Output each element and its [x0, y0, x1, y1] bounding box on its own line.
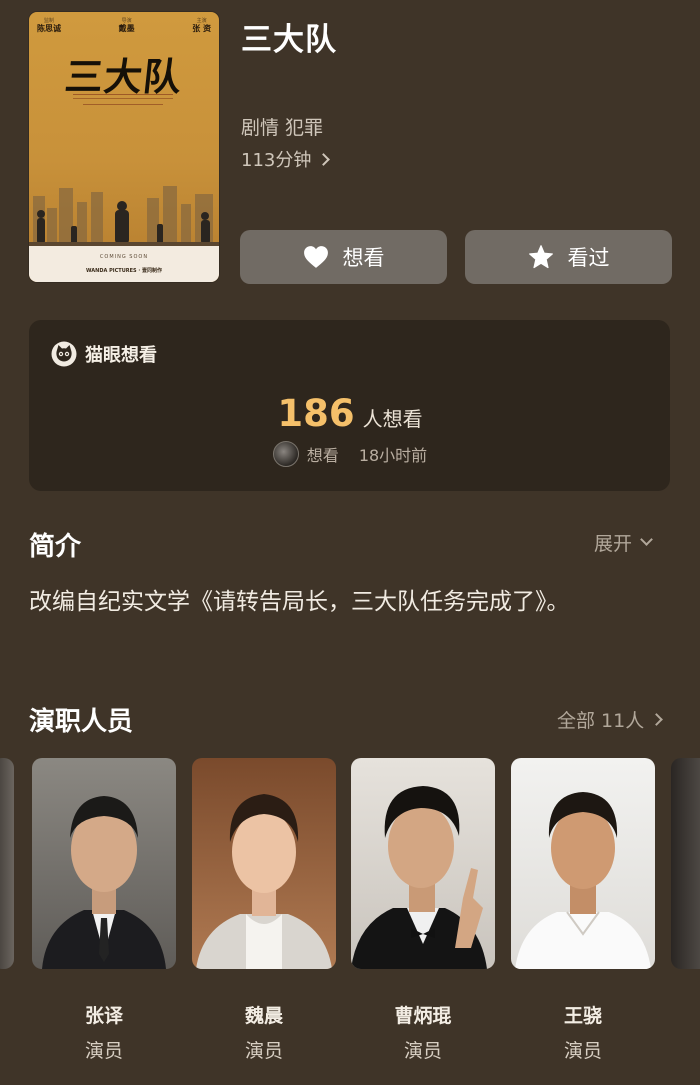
- cast-role: 演员: [84, 1040, 123, 1062]
- movie-genres: 剧情 犯罪: [241, 117, 324, 139]
- chevron-down-icon: [640, 533, 653, 546]
- want-to-watch-button[interactable]: 想看: [240, 230, 447, 284]
- recent-action: 想看: [306, 446, 339, 465]
- synopsis-text: 改编自纪实文学《请转告局长，三大队任务完成了》。: [29, 589, 570, 615]
- cast-portrait: [42, 796, 166, 969]
- poster-tagline: [73, 94, 173, 99]
- movie-duration[interactable]: 113分钟: [241, 146, 331, 172]
- maoyan-title: 猫眼想看: [85, 345, 157, 366]
- poster-coming-soon: COMING SOON: [99, 254, 149, 260]
- expand-synopsis-button[interactable]: 展开: [594, 529, 653, 556]
- cast-heading: 演职人员: [29, 707, 134, 737]
- cast-card[interactable]: 王骁 演员: [511, 758, 655, 1062]
- chevron-right-icon: [650, 713, 664, 726]
- cast-card-partial[interactable]: [0, 758, 14, 969]
- poster-bottom-band: [29, 246, 219, 282]
- movie-poster[interactable]: 监制 陈思诚 导演 戴墨 主演张 资 三大队 COMING SOON WANDA…: [29, 12, 219, 282]
- cast-photo: [192, 758, 336, 969]
- star-icon: [528, 245, 553, 269]
- cast-role: 演员: [563, 1040, 602, 1062]
- poster-credit: 导演 戴墨: [118, 18, 135, 33]
- cat-icon: [51, 341, 77, 367]
- poster-credits: 监制 陈思诚 导演 戴墨 主演张 资: [29, 18, 219, 34]
- want-count: 186 人想看: [0, 392, 700, 435]
- cast-name: 曹炳琨: [394, 1005, 452, 1027]
- poster-tagline-2: [83, 104, 163, 105]
- poster-credit: 监制 陈思诚: [37, 18, 61, 33]
- cast-portrait: [515, 792, 651, 969]
- recent-time: 18小时前: [358, 446, 428, 465]
- cast-card-partial[interactable]: [671, 758, 700, 969]
- expand-label: 展开: [594, 533, 633, 555]
- want-count-number: 186: [277, 392, 355, 435]
- watched-button[interactable]: 看过: [465, 230, 672, 284]
- cast-name: 张译: [84, 1005, 123, 1027]
- cast-card[interactable]: 魏晨 演员: [192, 758, 336, 1062]
- cast-card[interactable]: 张译 演员: [32, 758, 176, 1062]
- chevron-right-icon: [317, 152, 331, 166]
- cast-portrait: [351, 786, 487, 969]
- avatar: [272, 441, 299, 467]
- cast-portrait: [196, 794, 332, 969]
- cast-name: 魏晨: [244, 1005, 283, 1027]
- cast-photo: [32, 758, 176, 969]
- synopsis-heading: 简介: [29, 532, 82, 562]
- poster-logos: WANDA PICTURES · 壹同制作: [85, 268, 163, 274]
- cast-all-link[interactable]: 全部 11人: [557, 706, 664, 733]
- poster-credit: 主演张 资: [192, 18, 211, 33]
- cast-all-label: 全部 11人: [557, 710, 645, 732]
- cast-photo: [511, 758, 655, 969]
- maoyan-header: 猫眼想看: [51, 341, 157, 367]
- heart-icon: [303, 246, 328, 268]
- poster-title: 三大队: [62, 54, 185, 99]
- cast-card[interactable]: 曹炳琨 演员: [351, 758, 495, 1062]
- recent-want-row: 想看 18小时前: [0, 441, 700, 467]
- poster-skyline: [29, 186, 219, 248]
- watched-label: 看过: [567, 246, 610, 270]
- cast-photo: [351, 758, 495, 969]
- cast-role: 演员: [244, 1040, 283, 1062]
- cast-role: 演员: [403, 1040, 442, 1062]
- movie-title: 三大队: [241, 22, 337, 58]
- want-count-unit: 人想看: [362, 407, 423, 431]
- want-to-watch-label: 想看: [342, 246, 385, 270]
- duration-label: 113分钟: [241, 150, 312, 171]
- cast-name: 王骁: [563, 1005, 602, 1027]
